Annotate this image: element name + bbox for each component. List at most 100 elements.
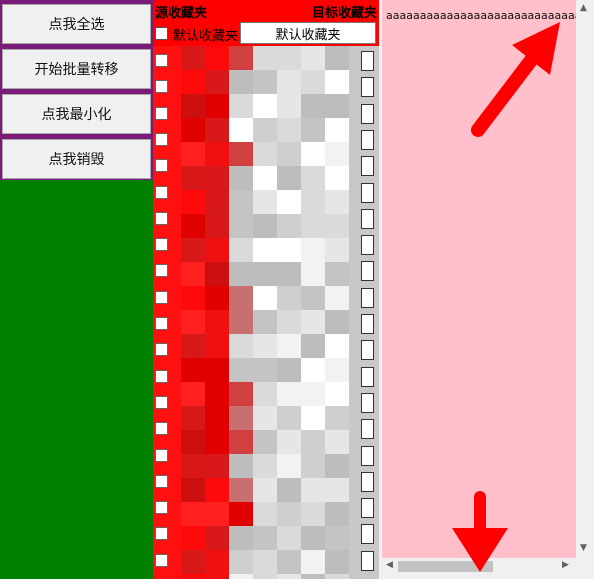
blurred-cell [301, 334, 325, 358]
output-textbox[interactable]: aaaaaaaaaaaaaaaaaaaaaaaaaaaaa [382, 0, 576, 558]
default-folder-checkbox[interactable] [155, 27, 168, 40]
blurred-cell [229, 46, 253, 70]
blurred-cell [301, 358, 325, 382]
folder-checkbox[interactable] [155, 238, 168, 252]
target-folder-item[interactable] [361, 366, 374, 387]
blurred-cell [325, 70, 349, 94]
folder-checkbox[interactable] [155, 474, 168, 488]
target-folder-item[interactable] [361, 419, 374, 440]
folder-checkbox[interactable] [155, 422, 168, 436]
blurred-cell [205, 94, 229, 118]
folder-checkbox[interactable] [155, 159, 168, 173]
target-folder-item[interactable] [361, 524, 374, 545]
target-folder-item[interactable] [361, 550, 374, 571]
scroll-up-icon[interactable]: ▲ [580, 3, 587, 13]
scroll-left-icon[interactable]: ◀ [386, 560, 393, 570]
folder-checkbox[interactable] [155, 448, 168, 462]
horizontal-scroll-thumb[interactable] [398, 561, 493, 572]
blurred-cell [181, 526, 205, 550]
blurred-cell [325, 430, 349, 454]
blurred-cell [253, 550, 277, 574]
blurred-cell [205, 358, 229, 382]
blurred-cell [181, 142, 205, 166]
blurred-cell [253, 166, 277, 190]
target-folder-item[interactable] [361, 340, 374, 361]
scroll-right-icon[interactable]: ▶ [562, 560, 569, 570]
blurred-cell [229, 142, 253, 166]
target-folder-item[interactable] [361, 498, 374, 519]
blurred-cell [229, 382, 253, 406]
blurred-cell [301, 502, 325, 526]
target-folder-item[interactable] [361, 129, 374, 150]
vertical-scrollbar[interactable]: ▲ ▼ [576, 0, 592, 558]
target-folder-item[interactable] [361, 51, 374, 71]
blurred-cell [277, 526, 301, 550]
blurred-cell [301, 526, 325, 550]
blurred-cell [325, 358, 349, 382]
folder-checkbox[interactable] [155, 290, 168, 304]
blurred-cell [229, 454, 253, 478]
folder-checkbox[interactable] [155, 132, 168, 146]
blurred-cell [253, 46, 277, 70]
target-folder-item[interactable] [361, 471, 374, 492]
blurred-cell [325, 574, 349, 579]
blurred-cell [229, 526, 253, 550]
folder-checkbox[interactable] [155, 185, 168, 199]
blurred-cell [301, 454, 325, 478]
blurred-cell [301, 430, 325, 454]
target-folder-item[interactable] [361, 287, 374, 308]
target-folder-item[interactable] [361, 392, 374, 413]
blurred-cell [181, 406, 205, 430]
blurred-cell [229, 214, 253, 238]
folder-checkbox[interactable] [155, 264, 168, 278]
folder-checkbox[interactable] [155, 553, 168, 567]
target-folder-item[interactable] [361, 77, 374, 98]
folder-checkbox[interactable] [155, 317, 168, 330]
blurred-cell [301, 118, 325, 142]
folder-checkbox[interactable] [155, 343, 168, 357]
blurred-cell [229, 502, 253, 526]
folder-checkbox[interactable] [155, 211, 168, 225]
blurred-cell [301, 238, 325, 262]
folder-checkbox[interactable] [155, 369, 168, 383]
target-folder-item[interactable] [361, 261, 374, 282]
folder-checkbox[interactable] [155, 527, 168, 541]
blurred-cell [301, 478, 325, 502]
minimize-button[interactable]: 点我最小化 [2, 94, 151, 134]
target-folder-item[interactable] [361, 103, 374, 124]
blurred-cell [181, 574, 205, 579]
blurred-cell [253, 574, 277, 579]
blurred-cell [181, 262, 205, 286]
target-folder-item[interactable] [361, 235, 374, 256]
blurred-cell [277, 454, 301, 478]
target-default-folder-button[interactable]: 默认收藏夹 [240, 22, 376, 44]
target-folder-item[interactable] [361, 445, 374, 466]
folder-list [153, 46, 379, 579]
scroll-down-icon[interactable]: ▼ [580, 543, 587, 553]
batch-move-button[interactable]: 开始批量转移 [2, 49, 151, 89]
target-folder-item[interactable] [361, 182, 374, 203]
horizontal-scrollbar[interactable]: ◀ ▶ [382, 558, 576, 575]
folder-checkbox[interactable] [155, 106, 168, 120]
folder-checkbox[interactable] [155, 395, 168, 409]
blurred-cell [229, 406, 253, 430]
target-folder-item[interactable] [361, 156, 374, 177]
blurred-cell [205, 166, 229, 190]
blurred-cell [181, 286, 205, 310]
blurred-cell [181, 166, 205, 190]
blurred-cell [205, 454, 229, 478]
target-folder-item[interactable] [361, 208, 374, 229]
select-all-button[interactable]: 点我全选 [2, 4, 151, 44]
blurred-cell [325, 478, 349, 502]
destroy-button[interactable]: 点我销毁 [2, 139, 151, 179]
target-folder-item[interactable] [361, 314, 374, 334]
blurred-cell [325, 550, 349, 574]
blurred-cell [253, 526, 277, 550]
blurred-cell [325, 382, 349, 406]
blurred-cell [181, 478, 205, 502]
blurred-cell [205, 382, 229, 406]
folder-checkbox[interactable] [155, 501, 168, 515]
folder-checkbox[interactable] [155, 54, 168, 67]
folder-checkbox[interactable] [155, 80, 168, 94]
blurred-cell [325, 142, 349, 166]
